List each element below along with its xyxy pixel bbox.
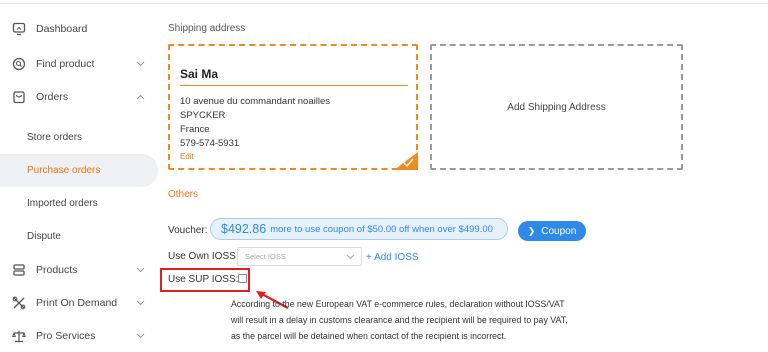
use-sup-ioss-label: Use SUP IOSS: (168, 274, 239, 285)
sidebar-subitem-label: Imported orders (27, 198, 98, 209)
shipping-address-title: Shipping address (168, 23, 246, 34)
tools-icon (11, 295, 27, 311)
checkmark-icon (403, 158, 414, 167)
use-own-ioss-label: Use Own IOSS (168, 251, 236, 262)
address-line-country: France (180, 124, 210, 135)
address-divider (180, 85, 408, 86)
voucher-text: more to use coupon of $50.00 off when ov… (270, 223, 493, 235)
notice-line: According to the new European VAT e-comm… (231, 299, 565, 309)
coupon-button[interactable]: ❯ Coupon (518, 221, 586, 241)
use-sup-ioss-checkbox[interactable] (238, 274, 247, 283)
notice-line: will result in a delay in customs cleara… (231, 315, 568, 325)
sidebar-item-dashboard[interactable]: Dashboard (0, 12, 158, 45)
main-content: Shipping address Sai Ma 10 avenue du com… (158, 4, 768, 352)
sidebar: Dashboard Find product Orders Store orde… (0, 4, 158, 352)
sidebar-item-products[interactable]: Products (0, 253, 158, 286)
edit-address-link[interactable]: Edit (180, 152, 194, 161)
balance-scale-icon (11, 328, 27, 344)
shopping-bag-icon (11, 89, 27, 105)
sidebar-item-print-on-demand[interactable]: Print On Demand (0, 286, 158, 319)
sidebar-item-label: Print On Demand (36, 296, 118, 309)
selected-address-card[interactable]: Sai Ma 10 avenue du commandant noailles … (168, 44, 418, 170)
sidebar-subitem-imported-orders[interactable]: Imported orders (0, 187, 158, 220)
sidebar-subitem-purchase-orders[interactable]: Purchase orders (0, 154, 158, 187)
chevron-down-icon (135, 331, 145, 341)
notice-line: as the parcel will be detained when cont… (231, 331, 507, 341)
address-line-street: 10 avenue du commandant noailles (180, 96, 330, 107)
ioss-notice-text: According to the new European VAT e-comm… (231, 296, 611, 344)
sidebar-item-label: Find product (36, 57, 95, 70)
chevron-up-icon (135, 92, 145, 102)
sidebar-item-find-product[interactable]: Find product (0, 47, 158, 80)
chevron-down-icon (346, 254, 355, 260)
sidebar-item-label: Orders (36, 90, 69, 103)
address-phone: 579-574-5931 (180, 138, 240, 149)
chevron-right-icon: ❯ (527, 225, 536, 236)
others-section-title: Others (168, 189, 199, 200)
search-icon (11, 56, 27, 72)
sidebar-subitem-label: Dispute (27, 231, 61, 242)
add-ioss-link[interactable]: + Add IOSS (366, 252, 419, 263)
sidebar-item-label: Products (36, 263, 78, 276)
sidebar-item-orders[interactable]: Orders (0, 80, 158, 113)
add-shipping-address-label: Add Shipping Address (507, 101, 606, 113)
chevron-down-icon (135, 298, 145, 308)
sidebar-subitem-label: Store orders (27, 132, 83, 143)
recipient-name: Sai Ma (180, 67, 219, 81)
address-line-city: SPYCKER (180, 110, 226, 121)
sidebar-item-label: Pro Services (36, 329, 96, 342)
chevron-down-icon (135, 265, 145, 275)
monitor-icon (11, 21, 27, 37)
sidebar-subitem-label: Purchase orders (27, 165, 101, 176)
voucher-label: Voucher: (168, 225, 208, 236)
ioss-select-placeholder: Select IOSS (245, 252, 286, 261)
layers-icon (11, 262, 27, 278)
add-shipping-address-button[interactable]: Add Shipping Address (430, 44, 683, 170)
voucher-amount: $492.86 (221, 222, 267, 236)
sidebar-item-pro-services[interactable]: Pro Services (0, 319, 158, 352)
sidebar-subitem-dispute[interactable]: Dispute (0, 220, 158, 253)
sidebar-item-label: Dashboard (36, 22, 88, 35)
voucher-info-pill: $492.86 more to use coupon of $50.00 off… (210, 218, 508, 240)
coupon-button-label: Coupon (541, 225, 577, 237)
chevron-down-icon (135, 59, 145, 69)
sidebar-subitem-store-orders[interactable]: Store orders (0, 121, 158, 154)
ioss-select[interactable]: Select IOSS (237, 247, 362, 266)
